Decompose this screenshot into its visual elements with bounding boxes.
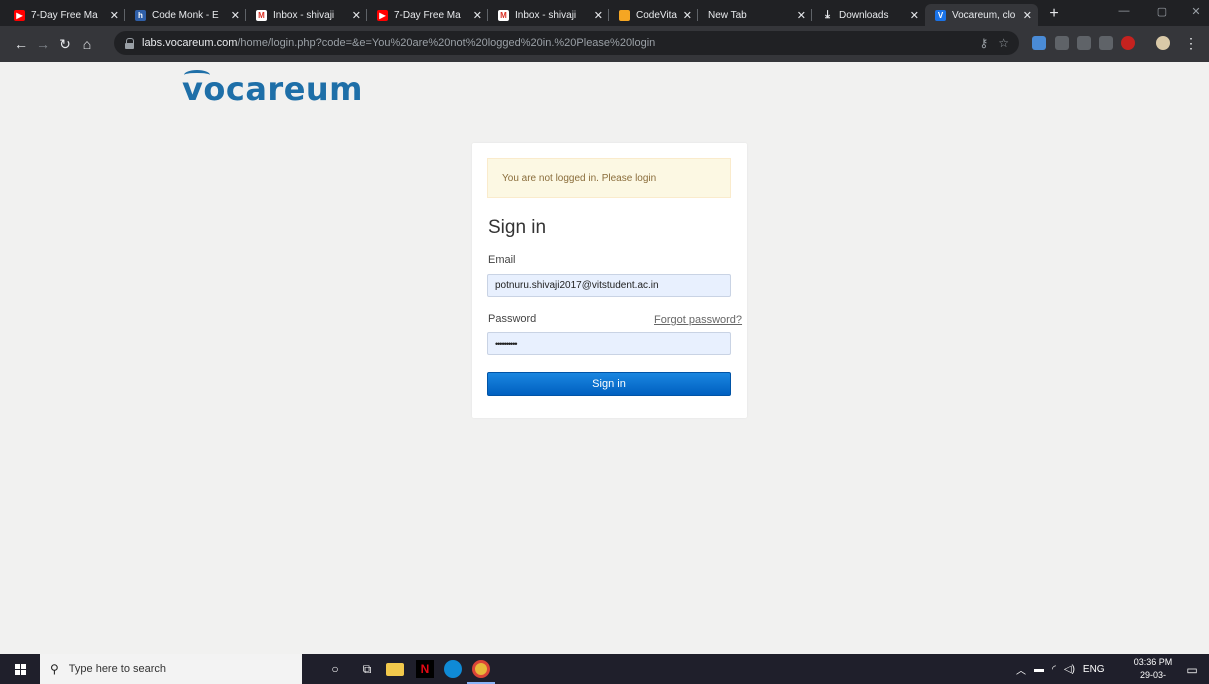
url-host: labs.vocareum.com <box>142 37 238 49</box>
forward-icon[interactable]: → <box>32 36 54 52</box>
vocareum-logo[interactable]: vocareum <box>182 70 363 108</box>
taskbar-search[interactable]: ⚲ Type here to search <box>40 654 302 684</box>
windows-logo-icon <box>14 663 26 675</box>
tab-title: Inbox - shivaji <box>273 9 335 21</box>
tab-codevita[interactable]: CodeVita Seas ✕ <box>609 4 698 26</box>
system-tray: ︿ ▬ ◜ ◁) ENG <box>1016 654 1105 684</box>
close-tab-icon[interactable]: ✕ <box>352 9 361 22</box>
password-label: Password <box>488 313 537 325</box>
home-icon[interactable]: ⌂ <box>76 36 98 52</box>
back-icon[interactable]: ← <box>10 36 32 52</box>
close-tab-icon[interactable]: ✕ <box>231 9 240 22</box>
extension-icon[interactable] <box>1032 36 1046 50</box>
close-tab-icon[interactable]: ✕ <box>797 9 806 22</box>
email-label: Email <box>488 254 516 266</box>
chevron-up-icon[interactable]: ︿ <box>1016 662 1026 677</box>
file-explorer-icon[interactable] <box>386 663 404 676</box>
url-path: /home/login.php?code=&e=You%20are%20not%… <box>237 37 656 49</box>
password-field[interactable]: •••••••••• <box>487 332 731 355</box>
chrome-icon[interactable] <box>472 660 490 678</box>
tab-title: Downloads <box>839 9 889 21</box>
tab-title: 7-Day Free Ma <box>394 9 461 21</box>
close-window-icon[interactable]: ✕ <box>1184 5 1208 18</box>
maximize-icon[interactable]: ▢ <box>1150 5 1174 18</box>
gmail-icon: M <box>498 9 509 21</box>
forgot-password-link[interactable]: Forgot password? <box>654 314 742 326</box>
task-view-icon[interactable]: ⧉ <box>358 660 376 678</box>
tab-inbox-2[interactable]: M Inbox - shivaji ✕ <box>488 4 609 26</box>
clock[interactable]: 03:36 PM 29-03-2020 <box>1132 656 1174 684</box>
tab-title: Inbox - shivaji <box>515 9 577 21</box>
youtube-icon: ▶ <box>14 9 25 21</box>
sign-in-heading: Sign in <box>488 217 547 238</box>
hackerearth-icon: h <box>135 9 146 21</box>
close-tab-icon[interactable]: ✕ <box>473 9 482 22</box>
extension-icon[interactable] <box>1055 36 1069 50</box>
new-tab-button[interactable]: + <box>1045 5 1063 23</box>
tab-title: 7-Day Free Ma <box>31 9 98 21</box>
tab-inbox-1[interactable]: M Inbox - shivaji ✕ <box>246 4 367 26</box>
tab-code-monk[interactable]: h Code Monk - E ✕ <box>125 4 246 26</box>
email-field[interactable]: potnuru.shivaji2017@vitstudent.ac.in <box>487 274 731 297</box>
page-content: vocareum You are not logged in. Please l… <box>0 62 1209 654</box>
extension-icon[interactable] <box>1099 36 1113 50</box>
menu-kebab-icon[interactable]: ⋮ <box>1180 35 1202 52</box>
close-tab-icon[interactable]: ✕ <box>594 9 603 22</box>
key-icon[interactable]: ⚷ <box>979 36 988 50</box>
codevita-icon <box>619 9 630 21</box>
tab-downloads[interactable]: ⤓ Downloads ✕ <box>812 4 925 26</box>
download-icon: ⤓ <box>825 8 830 21</box>
vocareum-icon: V <box>935 9 946 21</box>
bookmark-star-icon[interactable]: ☆ <box>998 36 1009 50</box>
netflix-icon[interactable]: N <box>416 660 434 678</box>
clock-time: 03:36 PM <box>1133 657 1173 667</box>
volume-icon[interactable]: ◁) <box>1064 664 1075 675</box>
minimize-icon[interactable]: — <box>1112 5 1136 17</box>
tab-title: New Tab <box>708 9 747 21</box>
start-button[interactable] <box>0 654 40 684</box>
search-icon: ⚲ <box>50 662 59 676</box>
lock-icon <box>124 37 134 49</box>
wifi-icon[interactable]: ◜ <box>1052 664 1056 675</box>
edge-icon[interactable] <box>444 660 462 678</box>
tab-strip: ▶ 7-Day Free Ma ✕ h Code Monk - E ✕ M In… <box>0 0 1209 26</box>
sign-in-button[interactable]: Sign in <box>487 372 731 396</box>
language-indicator[interactable]: ENG <box>1083 664 1105 675</box>
battery-icon[interactable]: ▬ <box>1034 664 1044 675</box>
youtube-icon: ▶ <box>377 9 388 21</box>
cortana-icon[interactable]: ○ <box>326 660 344 678</box>
tab-vocareum[interactable]: V Vocareum, clo ✕ <box>925 4 1038 26</box>
browser-toolbar: ← → ↻ ⌂ labs.vocareum.com/home/login.php… <box>0 26 1209 62</box>
extension-icon[interactable] <box>1077 36 1091 50</box>
search-placeholder: Type here to search <box>68 663 167 675</box>
extension-icon[interactable] <box>1121 36 1135 50</box>
tab-youtube-2[interactable]: ▶ 7-Day Free Ma ✕ <box>367 4 488 26</box>
close-tab-icon[interactable]: ✕ <box>1023 9 1032 22</box>
close-tab-icon[interactable]: ✕ <box>910 9 919 22</box>
reload-icon[interactable]: ↻ <box>54 36 76 53</box>
profile-avatar-icon[interactable] <box>1156 36 1170 50</box>
notification-icon[interactable]: ▭ <box>1183 661 1201 679</box>
gmail-icon: M <box>256 9 267 21</box>
tab-title: Vocareum, clo <box>952 9 1016 21</box>
close-tab-icon[interactable]: ✕ <box>683 9 692 22</box>
windows-taskbar: ⚲ Type here to search ○ ⧉ N ︿ ▬ ◜ ◁) ENG… <box>0 654 1209 684</box>
login-card: You are not logged in. Please login Sign… <box>472 143 747 418</box>
close-tab-icon[interactable]: ✕ <box>110 9 119 22</box>
address-bar[interactable]: labs.vocareum.com/home/login.php?code=&e… <box>114 31 1019 55</box>
tab-youtube-1[interactable]: ▶ 7-Day Free Ma ✕ <box>4 4 125 26</box>
clock-date: 29-03-2020 <box>1139 670 1166 684</box>
not-logged-in-alert: You are not logged in. Please login <box>487 158 731 198</box>
url-text[interactable]: labs.vocareum.com/home/login.php?code=&e… <box>142 37 979 49</box>
tab-title: CodeVita Seas <box>636 9 679 21</box>
tab-new-tab[interactable]: New Tab ✕ <box>698 4 812 26</box>
tab-title: Code Monk - E <box>152 9 219 21</box>
